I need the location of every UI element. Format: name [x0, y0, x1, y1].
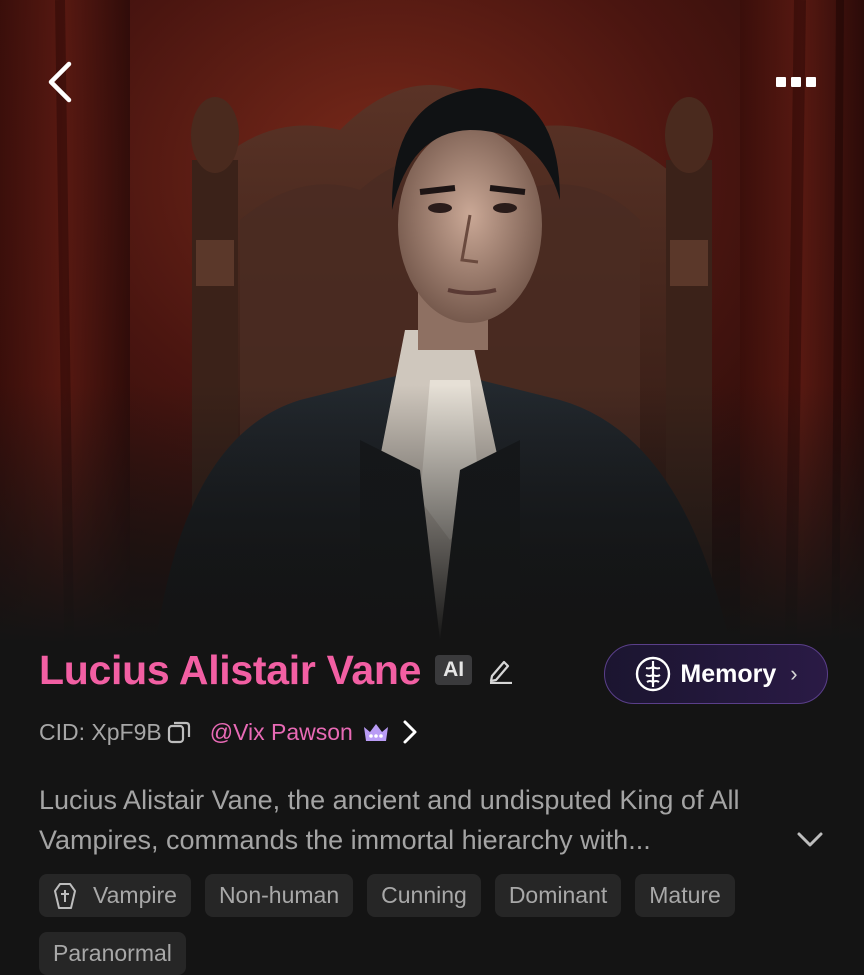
chevron-right-icon[interactable]	[401, 719, 419, 745]
tag-list: Vampire Non-human Cunning Dominant Matur…	[39, 874, 839, 975]
memory-button-label: Memory	[680, 659, 777, 688]
pencil-icon[interactable]	[486, 656, 514, 684]
coffin-icon	[54, 882, 76, 909]
tag-vampire[interactable]: Vampire	[39, 874, 191, 917]
copy-icon[interactable]	[166, 719, 192, 745]
tag-paranormal[interactable]: Paranormal	[39, 932, 186, 975]
expand-description-button[interactable]	[792, 822, 828, 858]
tag-mature[interactable]: Mature	[635, 874, 735, 917]
more-dots-icon	[806, 77, 816, 87]
tag-label: Paranormal	[53, 940, 172, 966]
tag-label: Non-human	[218, 882, 340, 908]
character-id: CID: XpF9B	[39, 718, 162, 745]
tag-label: Cunning	[381, 882, 467, 908]
tag-cunning[interactable]: Cunning	[367, 874, 481, 917]
character-description: Lucius Alistair Vane, the ancient and un…	[39, 785, 740, 855]
tag-label: Mature	[649, 882, 721, 908]
chevron-left-icon	[48, 61, 72, 103]
more-dots-icon	[791, 77, 801, 87]
more-options-button[interactable]	[768, 66, 824, 98]
memory-button[interactable]: Memory ›	[604, 644, 828, 704]
tag-non-human[interactable]: Non-human	[204, 874, 354, 917]
tag-dominant[interactable]: Dominant	[494, 874, 622, 917]
character-meta: CID: XpF9B @Vix Pawson	[39, 714, 419, 750]
creator-link[interactable]: @Vix Pawson	[210, 719, 353, 746]
chevron-right-icon: ›	[790, 661, 798, 686]
tag-label: Vampire	[93, 882, 177, 908]
character-profile-screen: Lucius Alistair Vane AI Memory › CID: Xp…	[0, 0, 864, 975]
character-header: Lucius Alistair Vane AI	[39, 642, 514, 698]
ai-badge: AI	[435, 655, 473, 685]
back-button[interactable]	[36, 58, 84, 106]
more-dots-icon	[776, 77, 786, 87]
crown-icon	[363, 724, 388, 741]
character-name: Lucius Alistair Vane	[39, 646, 422, 693]
tag-label: Dominant	[508, 882, 608, 908]
character-portrait	[0, 0, 864, 700]
chevron-down-icon	[797, 832, 823, 847]
brain-icon	[636, 656, 671, 692]
